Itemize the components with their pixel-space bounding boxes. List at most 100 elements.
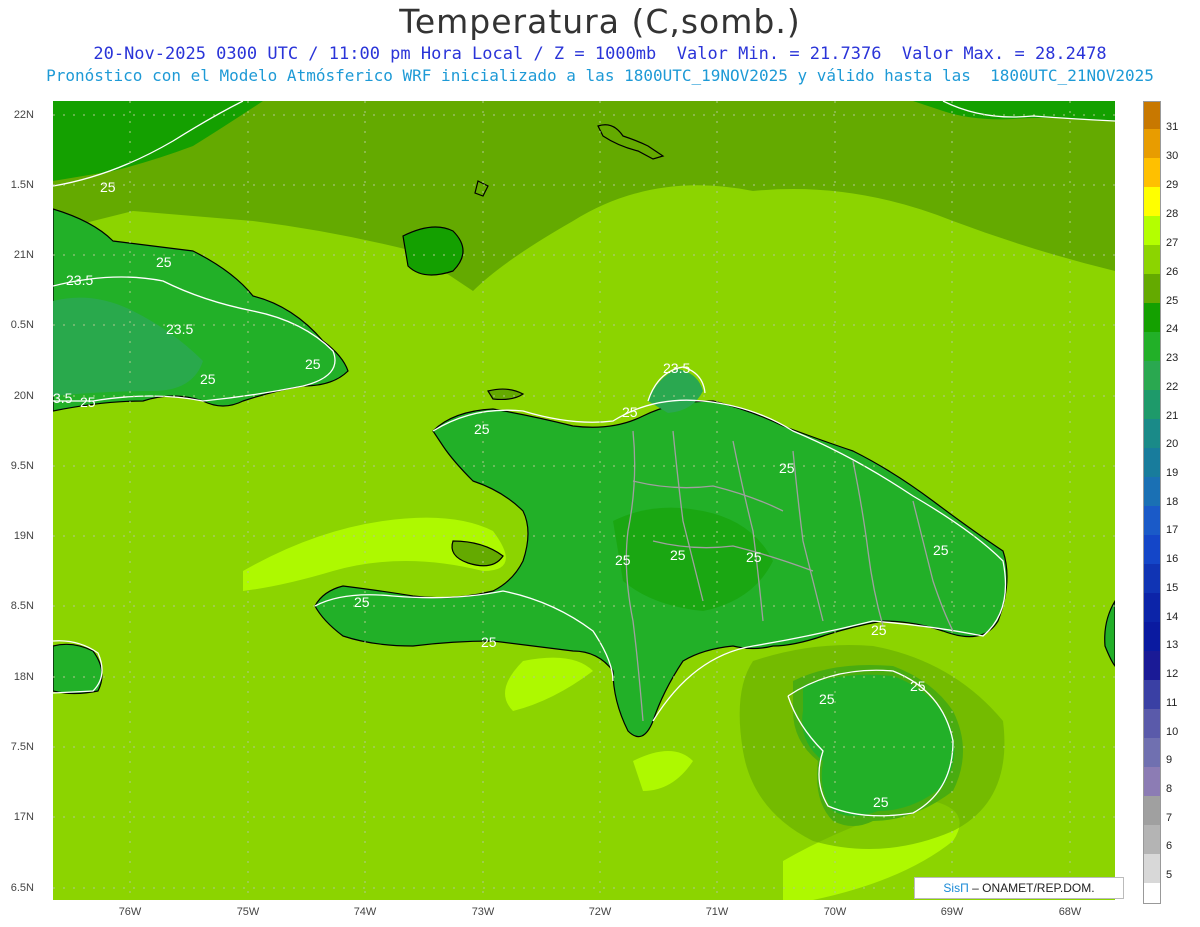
contour-label: 23.5	[66, 272, 93, 288]
contour-label: 25	[933, 542, 949, 558]
lon-label: 70W	[823, 906, 847, 918]
color-scale-label: 15	[1166, 582, 1179, 594]
color-scale-label: 17	[1166, 524, 1179, 536]
lon-label: 68W	[1058, 906, 1082, 918]
lat-label: 21N	[13, 249, 34, 261]
lon-label: 71W	[705, 906, 729, 918]
map-title: Temperatura (C,somb.)	[399, 2, 801, 41]
lat-label: 18N	[13, 671, 34, 683]
contour-label: 25	[481, 634, 497, 650]
color-scale-label: 21	[1166, 410, 1179, 422]
lon-label: 74W	[353, 906, 377, 918]
color-scale-swatch	[1144, 535, 1160, 564]
subtitle-valid-time: 20-Nov-2025 0300 UTC / 11:00 pm Hora Loc…	[93, 44, 1107, 64]
color-scale-swatch	[1144, 477, 1160, 506]
contour-label: 25	[200, 371, 216, 387]
color-scale-swatch	[1144, 419, 1160, 448]
color-scale-label: 24	[1166, 323, 1179, 335]
color-scale-label: 28	[1166, 208, 1179, 220]
contour-label: 3.5	[53, 390, 73, 406]
landmass-inagua	[402, 226, 464, 276]
lat-label: 8.5N	[10, 600, 34, 612]
contour-label: 25	[354, 594, 370, 610]
color-scale-swatch	[1144, 651, 1160, 680]
lat-label: 0.5N	[10, 319, 34, 331]
color-scale-label: 25	[1166, 295, 1179, 307]
lon-label: 76W	[118, 906, 142, 918]
lat-label: 20N	[13, 390, 34, 402]
color-scale-label: 14	[1166, 611, 1179, 623]
contour-label: 23.5	[663, 360, 690, 376]
subtitle-model-run: Pronóstico con el Modelo Atmósferico WRF…	[46, 66, 1154, 85]
contour-label: 25	[670, 547, 686, 563]
color-scale-swatch	[1144, 883, 1160, 903]
lat-label: 19N	[13, 530, 34, 542]
color-scale-swatch	[1144, 274, 1160, 303]
color-scale-label: 30	[1166, 150, 1179, 162]
color-scale-swatch	[1144, 187, 1160, 216]
color-scale-label: 27	[1166, 237, 1179, 249]
color-scale-label: 6	[1166, 840, 1173, 852]
lat-label: 7.5N	[10, 741, 34, 753]
color-scale-swatch	[1144, 680, 1160, 709]
contour-label: 25	[779, 460, 795, 476]
color-scale-label: 12	[1166, 668, 1179, 680]
contour-label: 25	[305, 356, 321, 372]
contour-label: 23.5	[166, 321, 193, 337]
lon-label: 72W	[588, 906, 612, 918]
color-scale-swatch	[1144, 361, 1160, 390]
contour-label: 25	[871, 622, 887, 638]
color-scale-label: 18	[1166, 496, 1179, 508]
color-scale-swatch	[1144, 216, 1160, 245]
contour-label: 25	[80, 394, 96, 410]
color-scale-label: 26	[1166, 266, 1179, 278]
lon-label: 69W	[940, 906, 964, 918]
lon-label: 75W	[236, 906, 260, 918]
color-scale-label: 13	[1166, 639, 1179, 651]
color-scale-label: 16	[1166, 553, 1179, 565]
contour-label: 25	[615, 552, 631, 568]
contour-label: 25	[910, 678, 926, 694]
color-scale-swatch	[1144, 158, 1160, 187]
contour-label: 25	[622, 404, 638, 420]
color-scale-swatch	[1144, 854, 1160, 883]
lat-label: 17N	[13, 811, 34, 823]
color-scale-swatch	[1144, 102, 1160, 129]
color-scale-swatch	[1144, 593, 1160, 622]
lon-label: 73W	[471, 906, 495, 918]
color-scale-swatch	[1144, 506, 1160, 535]
color-scale-label: 9	[1166, 754, 1173, 766]
color-scale-label: 5	[1166, 869, 1173, 881]
lat-label: 6.5N	[10, 882, 34, 894]
color-scale	[1143, 101, 1161, 904]
color-scale-swatch	[1144, 825, 1160, 854]
color-scale-label: 8	[1166, 783, 1173, 795]
color-scale-label: 10	[1166, 726, 1179, 738]
color-scale-label: 22	[1166, 381, 1179, 393]
color-scale-swatch	[1144, 390, 1160, 419]
credit-text: – ONAMET/REP.DOM.	[968, 881, 1095, 895]
color-scale-swatch	[1144, 622, 1160, 651]
color-scale-label: 29	[1166, 179, 1179, 191]
color-scale-swatch	[1144, 564, 1160, 593]
color-scale-swatch	[1144, 709, 1160, 738]
color-scale-label: 19	[1166, 467, 1179, 479]
color-scale-label: 31	[1166, 121, 1179, 133]
color-scale-label: 20	[1166, 438, 1179, 450]
contour-label: 25	[873, 794, 889, 810]
temperature-map: 25 25 23.5 23.5 25 25 3.5 25 23.5 25 25 …	[53, 101, 1115, 900]
color-scale-label: 11	[1166, 697, 1178, 709]
color-scale-swatch	[1144, 129, 1160, 158]
contour-label: 25	[474, 421, 490, 437]
color-scale-swatch	[1144, 303, 1160, 332]
color-scale-swatch	[1144, 738, 1160, 767]
color-scale-swatch	[1144, 796, 1160, 825]
color-scale-swatch	[1144, 245, 1160, 274]
sispi-logo: SisΠ	[943, 881, 969, 895]
color-scale-swatch	[1144, 332, 1160, 361]
color-scale-swatch	[1144, 767, 1160, 796]
credit-box: SisΠ – ONAMET/REP.DOM.	[914, 877, 1124, 899]
lat-label: 22N	[13, 109, 34, 121]
color-scale-swatch	[1144, 448, 1160, 477]
contour-label: 25	[156, 254, 172, 270]
